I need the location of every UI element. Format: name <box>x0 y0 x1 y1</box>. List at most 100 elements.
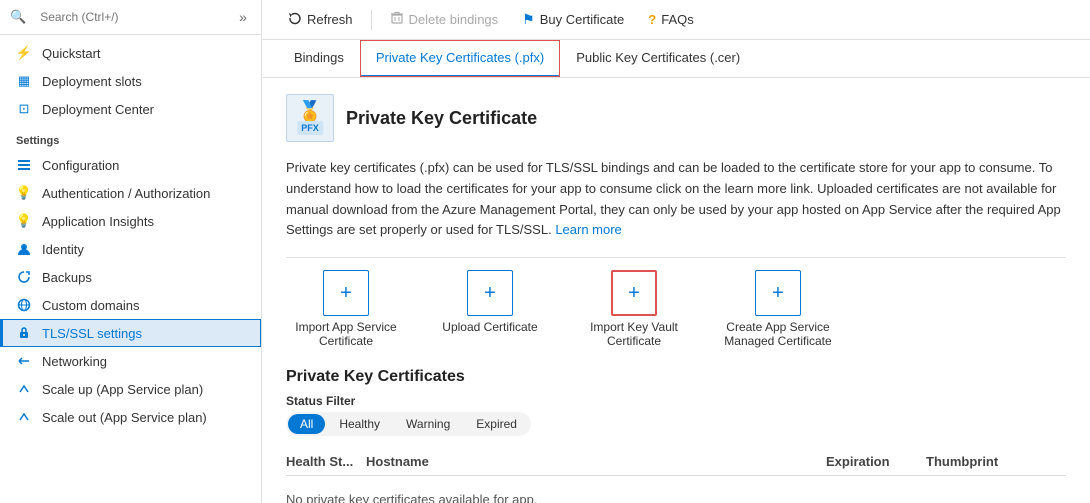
faqs-button[interactable]: ? FAQs <box>638 7 703 32</box>
sidebar-item-identity[interactable]: Identity <box>0 235 261 263</box>
learn-more-link[interactable]: Learn more <box>555 222 621 237</box>
create-managed-label: Create App Service Managed Certificate <box>718 320 838 348</box>
sidebar: 🔍 » ⚡ Quickstart ▦ Deployment slots ⊡ De… <box>0 0 262 503</box>
faqs-label: FAQs <box>661 12 694 27</box>
buy-certificate-button[interactable]: ⚑ Buy Certificate <box>512 6 634 33</box>
sidebar-item-networking[interactable]: Networking <box>0 347 261 375</box>
tls-icon <box>16 325 32 341</box>
buy-cert-icon: ⚑ <box>522 11 535 28</box>
sidebar-item-scale-out[interactable]: Scale out (App Service plan) <box>0 403 261 431</box>
refresh-icon <box>288 11 302 28</box>
plus-icon: + <box>484 282 496 305</box>
import-app-service-label: Import App Service Certificate <box>286 320 406 348</box>
plus-icon: + <box>340 282 352 305</box>
filter-label: Status Filter <box>286 394 1066 408</box>
sidebar-item-label: Backups <box>42 270 92 285</box>
sidebar-item-custom-domains[interactable]: Custom domains <box>0 291 261 319</box>
custom-domains-icon <box>16 297 32 313</box>
sidebar-item-deployment-center[interactable]: ⊡ Deployment Center <box>0 95 261 123</box>
import-app-service-btn[interactable]: + <box>323 270 369 316</box>
divider <box>286 257 1066 258</box>
toolbar: Refresh Delete bindings ⚑ Buy Certificat… <box>262 0 1090 40</box>
action-import-app-service[interactable]: + Import App Service Certificate <box>286 270 406 348</box>
scale-out-icon <box>16 409 32 425</box>
sidebar-item-deployment-slots[interactable]: ▦ Deployment slots <box>0 67 261 95</box>
cert-description: Private key certificates (.pfx) can be u… <box>286 158 1066 241</box>
delete-bindings-button[interactable]: Delete bindings <box>380 6 509 33</box>
cert-title: Private Key Certificate <box>346 108 537 129</box>
tab-public-key-certs[interactable]: Public Key Certificates (.cer) <box>560 40 756 77</box>
refresh-label: Refresh <box>307 12 353 27</box>
search-icon: 🔍 <box>10 9 26 25</box>
action-import-key-vault[interactable]: + Import Key Vault Certificate <box>574 270 694 348</box>
sidebar-item-quickstart[interactable]: ⚡ Quickstart <box>0 39 261 67</box>
col-thumbprint-header: Thumbprint <box>926 454 1066 469</box>
faqs-icon: ? <box>648 12 656 27</box>
upload-cert-btn[interactable]: + <box>467 270 513 316</box>
filter-warning[interactable]: Warning <box>394 414 462 434</box>
sidebar-item-label: Application Insights <box>42 214 154 229</box>
import-key-vault-btn[interactable]: + <box>611 270 657 316</box>
sidebar-item-label: Scale out (App Service plan) <box>42 410 207 425</box>
search-input[interactable] <box>32 6 227 28</box>
action-upload-cert[interactable]: + Upload Certificate <box>430 270 550 348</box>
app-insights-icon: 💡 <box>16 213 32 229</box>
delete-bindings-label: Delete bindings <box>409 12 499 27</box>
upload-cert-label: Upload Certificate <box>442 320 537 334</box>
plus-icon: + <box>772 282 784 305</box>
action-cards: + Import App Service Certificate + Uploa… <box>286 270 1066 348</box>
networking-icon <box>16 353 32 369</box>
pfx-icon-label: PFX <box>297 121 323 135</box>
sidebar-item-app-insights[interactable]: 💡 Application Insights <box>0 207 261 235</box>
sidebar-collapse-icon[interactable]: » <box>235 7 251 27</box>
settings-section-label: Settings <box>0 123 261 151</box>
scale-up-icon <box>16 381 32 397</box>
deployment-slots-icon: ▦ <box>16 73 32 89</box>
content-area: 🏅 PFX Private Key Certificate Private ke… <box>262 78 1090 503</box>
sidebar-item-auth[interactable]: 💡 Authentication / Authorization <box>0 179 261 207</box>
identity-icon <box>16 241 32 257</box>
pfx-icon: 🏅 PFX <box>286 94 334 142</box>
sidebar-item-scale-up[interactable]: Scale up (App Service plan) <box>0 375 261 403</box>
configuration-icon <box>16 157 32 173</box>
import-key-vault-label: Import Key Vault Certificate <box>574 320 694 348</box>
filter-expired[interactable]: Expired <box>464 414 529 434</box>
sidebar-search-bar[interactable]: 🔍 » <box>0 0 261 35</box>
sidebar-item-configuration[interactable]: Configuration <box>0 151 261 179</box>
backups-icon <box>16 269 32 285</box>
filter-healthy[interactable]: Healthy <box>327 414 392 434</box>
plus-icon: + <box>628 282 640 305</box>
section-title: Private Key Certificates <box>286 368 1066 386</box>
buy-certificate-label: Buy Certificate <box>540 12 625 27</box>
sidebar-item-label: TLS/SSL settings <box>42 326 142 341</box>
refresh-button[interactable]: Refresh <box>278 6 363 33</box>
sidebar-item-label: Configuration <box>42 158 119 173</box>
col-health-header: Health St... <box>286 454 366 469</box>
sidebar-item-label: Deployment Center <box>42 102 154 117</box>
filter-section: Status Filter All Healthy Warning Expire… <box>286 394 1066 436</box>
tabs-bar: Bindings Private Key Certificates (.pfx)… <box>262 40 1090 78</box>
main-panel: Refresh Delete bindings ⚑ Buy Certificat… <box>262 0 1090 503</box>
sidebar-item-label: Scale up (App Service plan) <box>42 382 203 397</box>
sidebar-item-backups[interactable]: Backups <box>0 263 261 291</box>
table-empty-message: No private key certificates available fo… <box>286 476 1066 503</box>
sidebar-item-label: Networking <box>42 354 107 369</box>
sidebar-item-tls-ssl[interactable]: TLS/SSL settings <box>0 319 261 347</box>
sidebar-item-label: Custom domains <box>42 298 140 313</box>
sidebar-item-label: Authentication / Authorization <box>42 186 210 201</box>
create-managed-btn[interactable]: + <box>755 270 801 316</box>
quickstart-icon: ⚡ <box>16 45 32 61</box>
filter-all[interactable]: All <box>288 414 325 434</box>
sidebar-item-label: Deployment slots <box>42 74 142 89</box>
sidebar-item-label: Identity <box>42 242 84 257</box>
tab-private-key-certs[interactable]: Private Key Certificates (.pfx) <box>360 40 560 77</box>
deployment-center-icon: ⊡ <box>16 101 32 117</box>
toolbar-separator <box>371 10 372 30</box>
table-header: Health St... Hostname Expiration Thumbpr… <box>286 448 1066 476</box>
action-create-managed[interactable]: + Create App Service Managed Certificate <box>718 270 838 348</box>
delete-icon <box>390 11 404 28</box>
sidebar-items: ⚡ Quickstart ▦ Deployment slots ⊡ Deploy… <box>0 35 261 503</box>
col-hostname-header: Hostname <box>366 454 826 469</box>
tab-bindings[interactable]: Bindings <box>278 40 360 77</box>
cert-header: 🏅 PFX Private Key Certificate <box>286 94 1066 142</box>
